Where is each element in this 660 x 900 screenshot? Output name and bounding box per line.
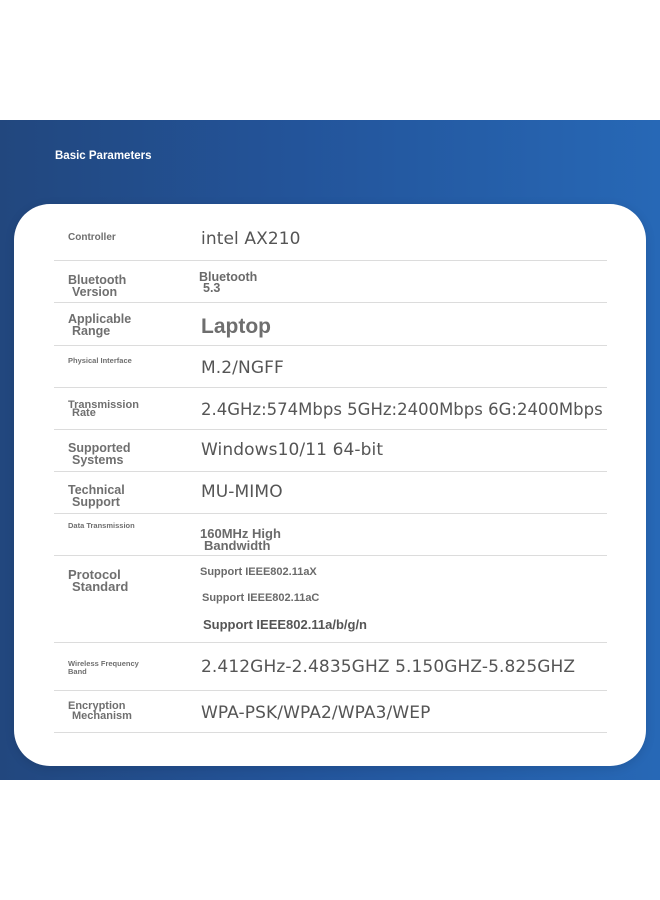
param-label: Supported Systems <box>68 441 131 467</box>
param-label: Wireless Frequency Band <box>68 659 139 676</box>
param-label: Transmission Rate <box>68 399 139 419</box>
param-value: M.2/NGFF <box>201 358 284 378</box>
protocol-value: Support IEEE802.11aX <box>200 566 317 578</box>
parameters-card: Controller intel AX210 Bluetooth Version… <box>14 204 646 766</box>
param-row-bluetooth-version: Bluetooth Version Bluetooth 5.3 <box>54 261 607 303</box>
param-label: Protocol Standard <box>68 567 129 594</box>
section-title: Basic Parameters <box>55 150 152 162</box>
param-row-controller: Controller intel AX210 <box>54 220 607 261</box>
param-value: Bluetooth 5.3 <box>199 270 258 295</box>
param-value: 160MHz High Bandwidth <box>200 526 281 553</box>
param-value: Laptop <box>201 315 271 338</box>
param-label: Applicable Range <box>68 312 132 338</box>
param-label: Physical Interface <box>68 356 132 365</box>
param-row-data-transmission: Data Transmission 160MHz High Bandwidth <box>54 514 607 556</box>
param-row-physical-interface: Physical Interface M.2/NGFF <box>54 346 607 388</box>
param-label: Encryption Mechanism <box>68 700 132 722</box>
param-label: Data Transmission <box>68 521 135 530</box>
param-value: 2.4GHz:574Mbps 5GHz:2400Mbps 6G:2400Mbps <box>201 400 603 419</box>
param-row-wireless-frequency-band: Wireless Frequency Band 2.412GHz-2.4835G… <box>54 643 607 691</box>
param-row-technical-support: Technical Support MU-MIMO <box>54 472 607 514</box>
protocol-value: Support IEEE802.11a/b/g/n <box>203 617 367 632</box>
param-value: WPA-PSK/WPA2/WPA3/WEP <box>201 703 431 723</box>
param-row-transmission-rate: Transmission Rate 2.4GHz:574Mbps 5GHz:24… <box>54 388 607 430</box>
parameters-banner: Basic Parameters Controller intel AX210 … <box>0 120 660 780</box>
param-value: MU-MIMO <box>201 482 283 502</box>
param-label: Controller <box>68 232 116 243</box>
param-row-applicable-range: Applicable Range Laptop <box>54 303 607 346</box>
param-row-supported-systems: Supported Systems Windows10/11 64-bit <box>54 430 607 472</box>
param-row-encryption-mechanism: Encryption Mechanism WPA-PSK/WPA2/WPA3/W… <box>54 691 607 733</box>
param-value: Windows10/11 64-bit <box>201 440 384 460</box>
param-value: 2.412GHz-2.4835GHZ 5.150GHZ-5.825GHZ <box>201 657 576 677</box>
param-label: Bluetooth Version <box>68 273 127 299</box>
protocol-value: Support IEEE802.11aC <box>202 592 320 604</box>
param-value: intel AX210 <box>201 229 301 249</box>
param-row-protocol-standard: Protocol Standard Support IEEE802.11aX S… <box>54 556 607 643</box>
param-label: Technical Support <box>68 483 125 509</box>
